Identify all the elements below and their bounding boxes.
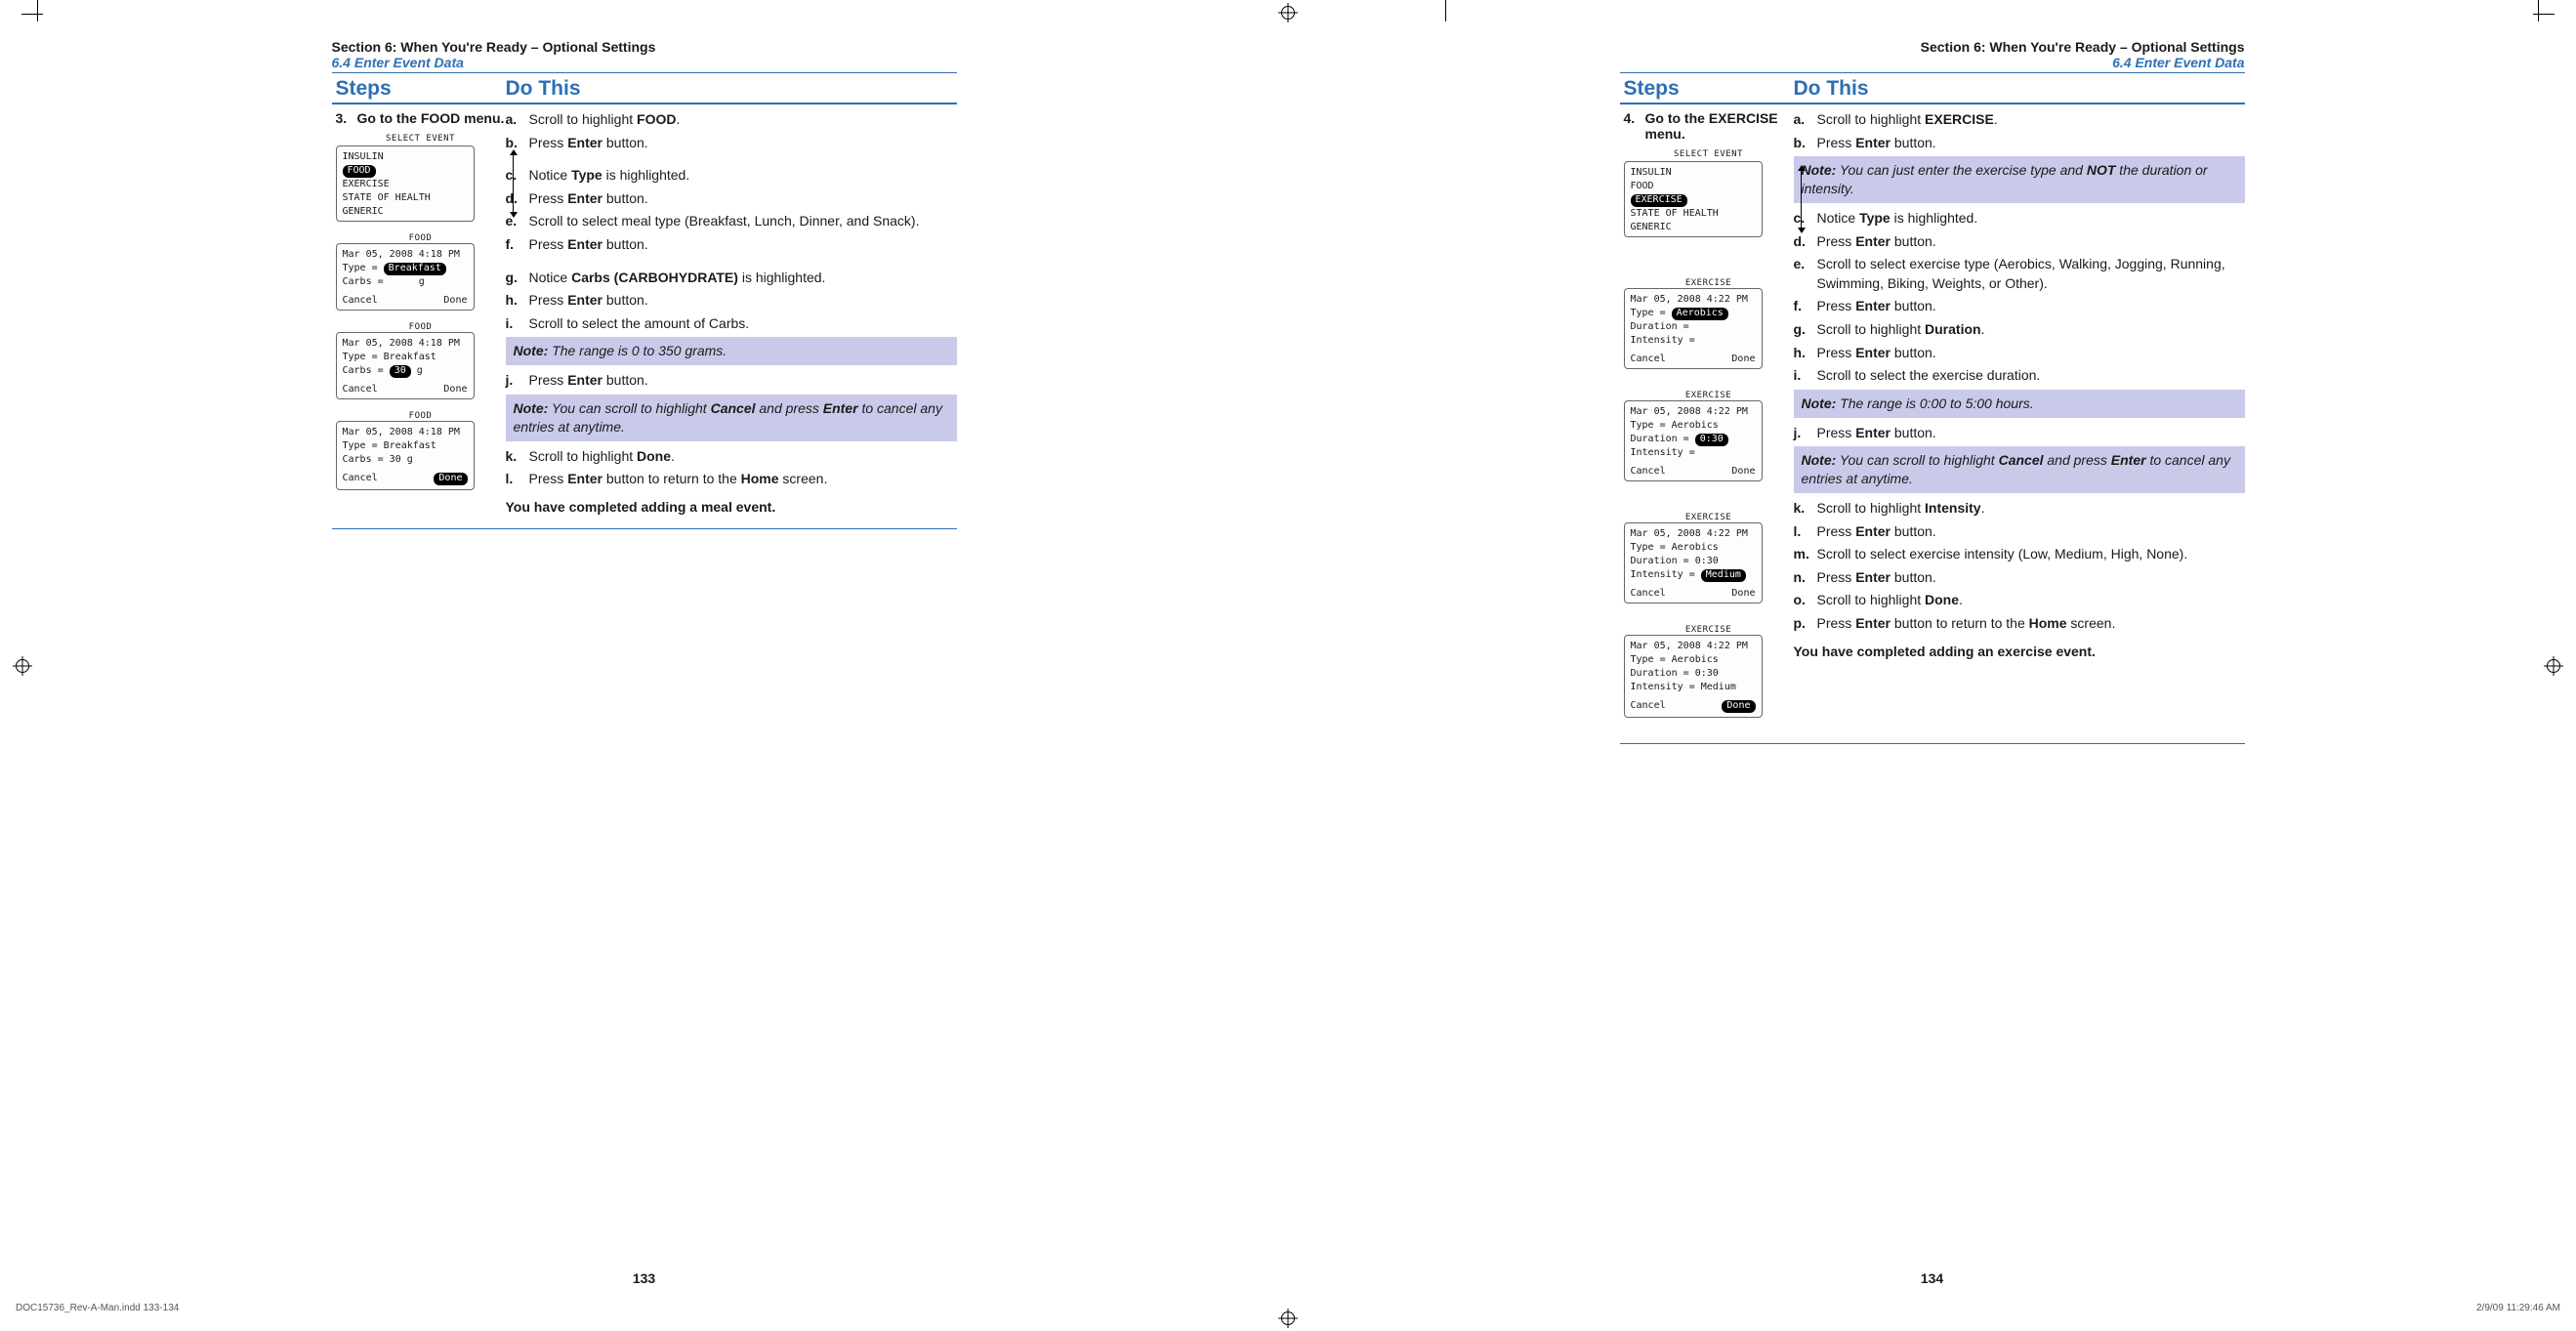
device-screen-exercise: EXERCISE Mar 05, 2008 4:22 PM Type = Aer…: [1624, 278, 1794, 369]
instruction-item: b.Press Enter button.: [506, 134, 957, 153]
section-heading: Section 6: When You're Ready – Optional …: [1620, 39, 2245, 55]
step-row: 4. Go to the EXERCISE menu. SELECT EVENT…: [1620, 104, 2245, 744]
device-screen-food: FOOD Mar 05, 2008 4:18 PM Type = Breakfa…: [336, 411, 506, 490]
page-number: 133: [633, 1270, 655, 1286]
instruction-item: e.Scroll to select meal type (Breakfast,…: [506, 212, 957, 231]
col-steps: Steps: [332, 75, 506, 103]
col-do-this: Do This: [506, 75, 957, 103]
page-number: 134: [1921, 1270, 1943, 1286]
do-column: a.Scroll to highlight FOOD. b.Press Ente…: [506, 104, 957, 515]
col-do-this: Do This: [1794, 75, 2245, 103]
subsection-heading: 6.4 Enter Event Data: [1620, 55, 2245, 73]
instruction-item: e.Scroll to select exercise type (Aerobi…: [1794, 255, 2245, 293]
instruction-item: p.Press Enter button to return to the Ho…: [1794, 614, 2245, 634]
instruction-item: b.Press Enter button.: [1794, 134, 2245, 153]
instruction-item: o.Scroll to highlight Done.: [1794, 591, 2245, 610]
completion-text: You have completed adding a meal event.: [506, 499, 957, 515]
instruction-item: d.Press Enter button.: [1794, 232, 2245, 252]
note-box: Note: You can just enter the exercise ty…: [1794, 156, 2245, 203]
table-header: Steps Do This: [332, 75, 957, 104]
device-screen-exercise: EXERCISE Mar 05, 2008 4:22 PM Type = Aer…: [1624, 391, 1794, 481]
page-left: Section 6: When You're Ready – Optional …: [0, 0, 1288, 1331]
steps-column: 3. Go to the FOOD menu. SELECT EVENT INS…: [332, 104, 506, 515]
instruction-item: c.Notice Type is highlighted.: [506, 166, 957, 186]
footer-file-stamp: DOC15736_Rev-A-Man.indd 133-134: [16, 1303, 179, 1313]
col-steps: Steps: [1620, 75, 1794, 103]
instruction-item: d.Press Enter button.: [506, 189, 957, 209]
device-screen-food: FOOD Mar 05, 2008 4:18 PM Type = Breakfa…: [336, 233, 506, 311]
instruction-item: a.Scroll to highlight FOOD.: [506, 110, 957, 130]
subsection-heading: 6.4 Enter Event Data: [332, 55, 957, 73]
completion-text: You have completed adding an exercise ev…: [1794, 644, 2245, 659]
instruction-item: j.Press Enter button.: [1794, 424, 2245, 443]
instruction-item: g.Scroll to highlight Duration.: [1794, 320, 2245, 340]
instruction-item: c.Notice Type is highlighted.: [1794, 209, 2245, 229]
instruction-item: h.Press Enter button.: [1794, 344, 2245, 363]
footer-timestamp: 2/9/09 11:29:46 AM: [2476, 1303, 2560, 1313]
section-heading: Section 6: When You're Ready – Optional …: [332, 39, 957, 55]
page-right: Section 6: When You're Ready – Optional …: [1288, 0, 2576, 1331]
device-screen-exercise: EXERCISE Mar 05, 2008 4:22 PM Type = Aer…: [1624, 625, 1794, 718]
step-label: 4. Go to the EXERCISE menu.: [1624, 110, 1794, 142]
instruction-item: i.Scroll to select the exercise duration…: [1794, 366, 2245, 386]
instruction-item: j.Press Enter button.: [506, 371, 957, 391]
table-header: Steps Do This: [1620, 75, 2245, 104]
instruction-item: a.Scroll to highlight EXERCISE.: [1794, 110, 2245, 130]
device-screen-food: FOOD Mar 05, 2008 4:18 PM Type = Breakfa…: [336, 322, 506, 399]
device-screen-select-event: SELECT EVENT INSULIN FOOD EXERCISE STATE…: [1624, 149, 1794, 237]
note-box: Note: The range is 0 to 350 grams.: [506, 337, 957, 365]
steps-column: 4. Go to the EXERCISE menu. SELECT EVENT…: [1620, 104, 1794, 729]
do-column: a.Scroll to highlight EXERCISE. b.Press …: [1794, 104, 2245, 729]
instruction-item: f.Press Enter button.: [506, 235, 957, 255]
device-screen-select-event: SELECT EVENT INSULIN FOOD EXERCISE STATE…: [336, 134, 506, 222]
step-row: 3. Go to the FOOD menu. SELECT EVENT INS…: [332, 104, 957, 529]
scroll-arrow-icon: [1798, 169, 1806, 229]
instruction-item: h.Press Enter button.: [506, 291, 957, 311]
instruction-item: i.Scroll to select the amount of Carbs.: [506, 314, 957, 334]
instruction-item: f.Press Enter button.: [1794, 297, 2245, 316]
scroll-arrow-icon: [510, 153, 518, 214]
device-screen-exercise: EXERCISE Mar 05, 2008 4:22 PM Type = Aer…: [1624, 513, 1794, 603]
instruction-item: g.Notice Carbs (CARBOHYDRATE) is highlig…: [506, 269, 957, 288]
step-label: 3. Go to the FOOD menu.: [336, 110, 506, 126]
instruction-item: k.Scroll to highlight Intensity.: [1794, 499, 2245, 519]
note-box: Note: You can scroll to highlight Cancel…: [506, 395, 957, 441]
note-box: Note: You can scroll to highlight Cancel…: [1794, 446, 2245, 493]
instruction-item: l.Press Enter button.: [1794, 522, 2245, 542]
instruction-item: l.Press Enter button to return to the Ho…: [506, 470, 957, 489]
instruction-item: k.Scroll to highlight Done.: [506, 447, 957, 467]
instruction-item: n.Press Enter button.: [1794, 568, 2245, 588]
note-box: Note: The range is 0:00 to 5:00 hours.: [1794, 390, 2245, 418]
instruction-item: m.Scroll to select exercise intensity (L…: [1794, 545, 2245, 564]
